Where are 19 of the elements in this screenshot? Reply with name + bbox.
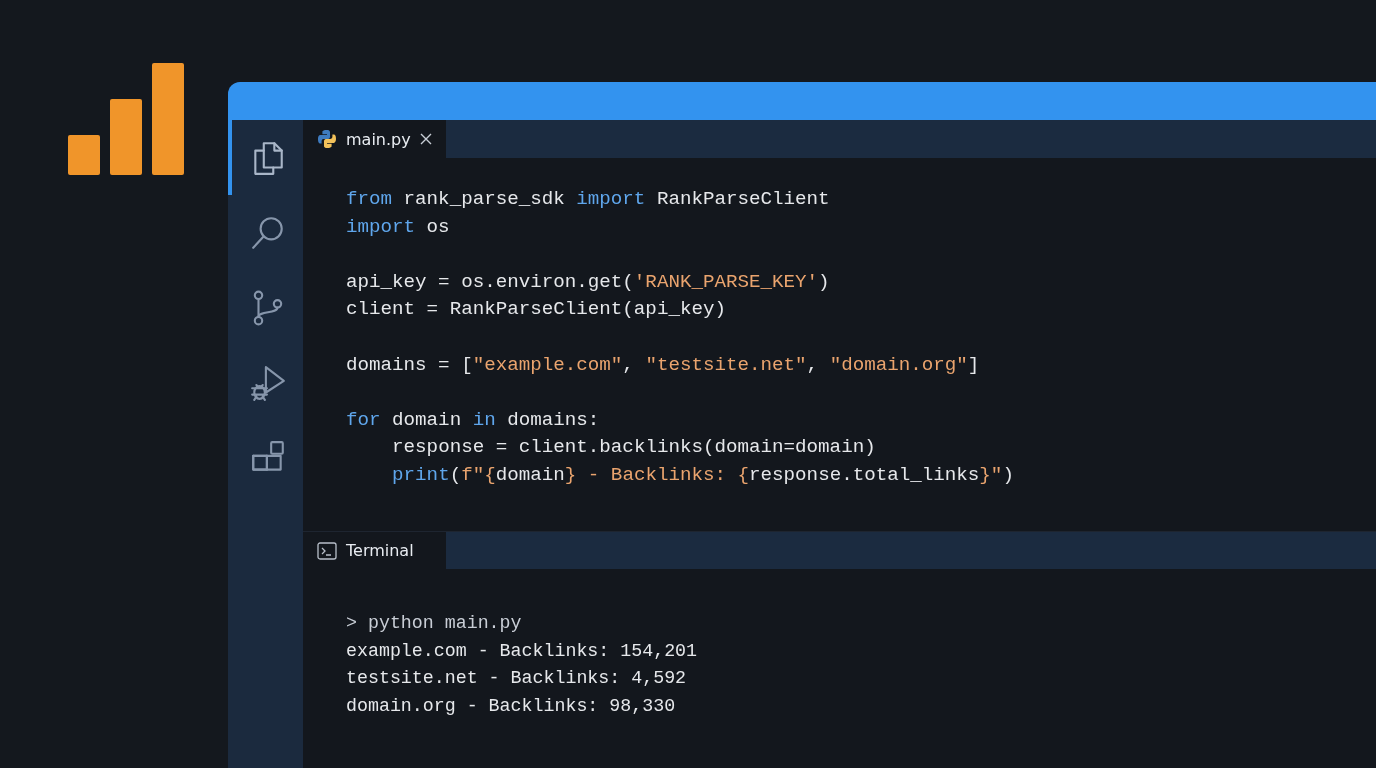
terminal-tab[interactable]: Terminal	[303, 532, 446, 569]
code-line: response = client.backlinks(domain=domain)	[392, 435, 876, 461]
run-debug-icon	[248, 363, 287, 402]
code-line: for domain in domains:	[346, 407, 600, 433]
editor-tab[interactable]: main.py	[303, 120, 446, 158]
python-icon	[317, 129, 337, 149]
code-line: from rank_parse_sdk import RankParseClient	[346, 187, 830, 212]
code-line: domains = ["example.com", "testsite.net", "domain.org"]	[346, 352, 980, 378]
code-line: import os	[346, 214, 450, 240]
terminal-output: example.com - Backlinks: 154,201	[346, 639, 698, 663]
terminal-output: domain.org - Backlinks: 98,330	[346, 694, 676, 718]
code-line: client = RankParseClient(api_key)	[346, 297, 726, 323]
terminal-output: testsite.net - Backlinks: 4,592	[346, 667, 687, 690]
code-line: print(f"{domain} - Backlinks: {response.total_links}")	[392, 462, 1014, 488]
close-icon[interactable]	[420, 133, 432, 145]
terminal-icon	[317, 541, 337, 560]
code-line: api_key = os.environ.get('RANK_PARSE_KEY')	[346, 269, 830, 295]
terminal-command: > python main.py	[346, 612, 522, 635]
bar-chart-logo-icon	[68, 63, 184, 175]
